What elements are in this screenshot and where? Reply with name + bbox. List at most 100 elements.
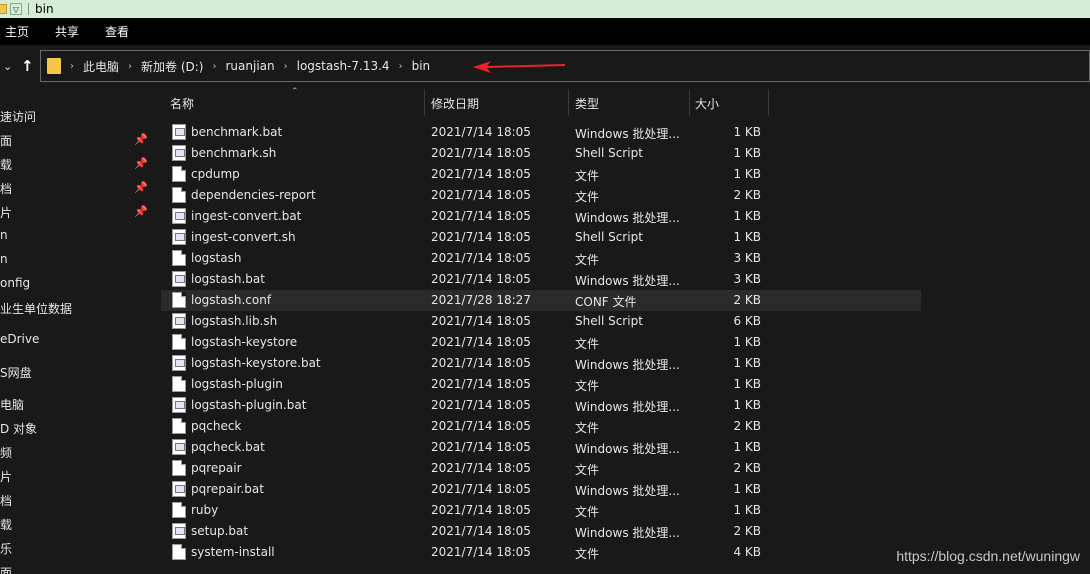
file-icon: [172, 250, 186, 266]
file-row[interactable]: ruby 2021/7/14 18:05 文件 1 KB: [161, 500, 921, 521]
file-type: Windows 批处理...: [575, 127, 680, 141]
nav-item[interactable]: 乐: [0, 540, 12, 557]
column-header-type[interactable]: 类型: [575, 87, 689, 119]
file-row[interactable]: ingest-convert.bat 2021/7/14 18:05 Windows…: [161, 206, 921, 227]
file-row[interactable]: logstash.conf 2021/7/28 18:27 CONF 文件 2 KB: [161, 290, 921, 311]
breadcrumb-ruanjian[interactable]: ruanjian: [225, 59, 274, 73]
file-row[interactable]: benchmark.bat 2021/7/14 18:05 Windows 批处理.…: [161, 122, 921, 143]
file-row[interactable]: ingest-convert.sh 2021/7/14 18:05 Shell Sc…: [161, 227, 921, 248]
breadcrumb-bin[interactable]: bin: [412, 59, 431, 73]
nav-item[interactable]: n: [0, 228, 8, 242]
window-title: bin: [35, 2, 54, 16]
nav-item[interactable]: onfig: [0, 276, 30, 290]
file-icon: [172, 166, 186, 182]
file-row[interactable]: pqrepair 2021/7/14 18:05 文件 2 KB: [161, 458, 921, 479]
breadcrumb-this-pc[interactable]: 此电脑: [83, 58, 119, 75]
recent-locations-chevron-icon[interactable]: ⌄: [3, 60, 13, 73]
nav-item[interactable]: 档: [0, 180, 12, 197]
file-name: pqcheck: [191, 419, 242, 433]
breadcrumb-drive-d[interactable]: 新加卷 (D:): [141, 58, 203, 75]
file-row[interactable]: pqcheck 2021/7/14 18:05 文件 2 KB: [161, 416, 921, 437]
chevron-right-icon[interactable]: ›: [70, 61, 74, 72]
chevron-right-icon[interactable]: ›: [128, 61, 132, 72]
breadcrumb-logstash[interactable]: logstash-7.13.4: [297, 59, 390, 73]
column-divider[interactable]: [689, 89, 690, 116]
file-row[interactable]: pqrepair.bat 2021/7/14 18:05 Windows 批处理..…: [161, 479, 921, 500]
pin-icon[interactable]: 📌: [134, 181, 148, 194]
file-row[interactable]: system-install 2021/7/14 18:05 文件 4 KB: [161, 542, 921, 563]
nav-item[interactable]: 载: [0, 516, 12, 533]
nav-item[interactable]: 业生单位数据: [0, 300, 72, 317]
file-size: 1 KB: [733, 335, 761, 349]
column-divider[interactable]: [768, 89, 769, 116]
column-header-size[interactable]: 大小: [695, 87, 765, 119]
file-icon: [172, 187, 186, 203]
file-row[interactable]: dependencies-report 2021/7/14 18:05 文件 2 KB: [161, 185, 921, 206]
file-row[interactable]: benchmark.sh 2021/7/14 18:05 Shell Script 1…: [161, 143, 921, 164]
script-file-icon: [172, 208, 186, 224]
file-date: 2021/7/14 18:05: [431, 251, 531, 265]
watermark: https://blog.csdn.net/wuningw: [896, 548, 1080, 564]
nav-item[interactable]: 面: [0, 132, 12, 149]
file-size: 2 KB: [733, 188, 761, 202]
tab-home[interactable]: 主页: [5, 23, 29, 40]
file-type: Shell Script: [575, 230, 643, 244]
nav-item[interactable]: 片: [0, 468, 12, 485]
chevron-right-icon[interactable]: ›: [284, 61, 288, 72]
nav-item[interactable]: 速访问: [0, 108, 36, 125]
nav-item[interactable]: 载: [0, 156, 12, 173]
address-bar[interactable]: › 此电脑 › 新加卷 (D:) › ruanjian › logstash-7…: [40, 50, 1090, 82]
nav-item[interactable]: 电脑: [0, 396, 24, 413]
chevron-right-icon[interactable]: ›: [399, 61, 403, 72]
file-date: 2021/7/14 18:05: [431, 377, 531, 391]
file-size: 1 KB: [733, 377, 761, 391]
folder-icon: [47, 58, 61, 74]
file-size: 6 KB: [733, 314, 761, 328]
nav-item[interactable]: D 对象: [0, 420, 37, 437]
file-name: ruby: [191, 503, 219, 517]
file-name: pqrepair: [191, 461, 242, 475]
column-header-date[interactable]: 修改日期: [431, 87, 569, 119]
nav-item[interactable]: n: [0, 252, 8, 266]
file-name: logstash.bat: [191, 272, 265, 286]
file-size: 1 KB: [733, 482, 761, 496]
chevron-right-icon[interactable]: ›: [212, 61, 216, 72]
file-row[interactable]: logstash.lib.sh 2021/7/14 18:05 Shell Scri…: [161, 311, 921, 332]
file-name: logstash-plugin: [191, 377, 283, 391]
file-row[interactable]: logstash-keystore 2021/7/14 18:05 文件 1 KB: [161, 332, 921, 353]
file-row[interactable]: logstash.bat 2021/7/14 18:05 Windows 批处理..…: [161, 269, 921, 290]
nav-item[interactable]: 面: [0, 564, 12, 574]
column-divider[interactable]: [568, 89, 569, 116]
file-type: 文件: [575, 547, 600, 561]
column-divider[interactable]: [424, 89, 425, 116]
file-row[interactable]: cpdump 2021/7/14 18:05 文件 1 KB: [161, 164, 921, 185]
file-type: 文件: [575, 421, 600, 435]
file-row[interactable]: logstash-plugin 2021/7/14 18:05 文件 1 KB: [161, 374, 921, 395]
file-name: ingest-convert.sh: [191, 230, 296, 244]
up-arrow-icon[interactable]: ↑: [21, 57, 35, 75]
nav-item[interactable]: eDrive: [0, 332, 39, 346]
pin-icon[interactable]: 📌: [134, 205, 148, 218]
file-row[interactable]: logstash-keystore.bat 2021/7/14 18:05 Wind…: [161, 353, 921, 374]
file-list: 名称 ⌃ 修改日期 类型 大小 benchmark.bat 2021/7/14 1…: [152, 87, 1090, 574]
file-row[interactable]: pqcheck.bat 2021/7/14 18:05 Windows 批处理...…: [161, 437, 921, 458]
file-row[interactable]: logstash-plugin.bat 2021/7/14 18:05 Window…: [161, 395, 921, 416]
pin-icon[interactable]: 📌: [134, 133, 148, 146]
column-size-label: 大小: [695, 96, 720, 111]
tab-view[interactable]: 查看: [105, 23, 129, 40]
script-file-icon: [172, 523, 186, 539]
file-date: 2021/7/14 18:05: [431, 356, 531, 370]
pin-icon[interactable]: 📌: [134, 157, 148, 170]
tab-share[interactable]: 共享: [55, 23, 79, 40]
file-row[interactable]: setup.bat 2021/7/14 18:05 Windows 批处理... 2 …: [161, 521, 921, 542]
nav-item[interactable]: S网盘: [0, 364, 32, 381]
quick-access-dropdown-icon[interactable]: ▽: [10, 3, 22, 15]
nav-item[interactable]: 片: [0, 204, 12, 221]
file-size: 2 KB: [733, 461, 761, 475]
nav-item[interactable]: 频: [0, 444, 12, 461]
file-name: setup.bat: [191, 524, 249, 538]
nav-item[interactable]: 档: [0, 492, 12, 509]
file-row[interactable]: logstash 2021/7/14 18:05 文件 3 KB: [161, 248, 921, 269]
file-date: 2021/7/14 18:05: [431, 167, 531, 181]
file-date: 2021/7/14 18:05: [431, 314, 531, 328]
